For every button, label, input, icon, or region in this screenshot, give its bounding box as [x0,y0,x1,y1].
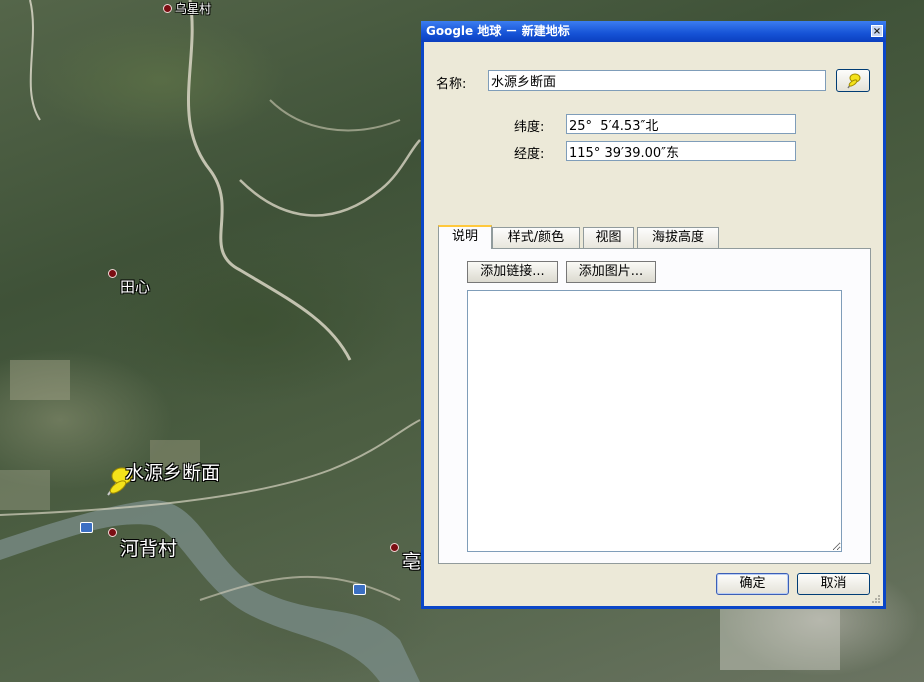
place-marker-icon [390,543,399,552]
place-hao[interactable]: 亳 [390,535,421,574]
tab-style-color[interactable]: 样式/颜色 [492,227,580,248]
latitude-input[interactable] [566,114,796,134]
close-button[interactable]: × [871,25,883,37]
resize-grip-icon[interactable] [871,594,881,604]
place-marker-icon [108,528,117,537]
place-label: 乌星村 [175,2,212,16]
name-input[interactable] [488,70,826,91]
place-label: 河背村 [120,538,178,560]
place-label: 亳 [402,551,422,573]
tab-altitude[interactable]: 海拔高度 [637,227,719,248]
cancel-button[interactable]: 取消 [797,573,870,595]
ok-button[interactable]: 确定 [716,573,789,595]
tab-view[interactable]: 视图 [583,227,634,248]
place-label: 田心 [120,278,151,296]
description-textarea[interactable] [467,290,842,552]
place-hebei[interactable]: 河背村 [108,520,177,561]
road-marker-icon [80,522,93,533]
place-tianxin[interactable]: 田心 [108,264,150,297]
placemark-icon-button[interactable] [836,69,870,92]
latitude-label: 纬度: [514,120,545,135]
dialog-title: Google 地球 － 新建地标 [426,24,570,38]
longitude-label: 经度: [514,147,545,162]
place-marker-icon [108,269,117,278]
description-panel: 添加链接... 添加图片... [438,248,871,564]
placemark-label: 水源乡断面 [125,462,221,484]
tab-description[interactable]: 说明 [438,225,492,249]
dialog-titlebar[interactable]: Google 地球 － 新建地标 × [421,21,886,42]
place-wuxing[interactable]: 乌星村 [163,0,211,17]
add-image-button[interactable]: 添加图片... [566,261,656,283]
place-marker-icon [163,4,172,13]
name-label: 名称: [436,77,467,92]
pushpin-icon [847,73,861,89]
longitude-input[interactable] [566,141,796,161]
add-link-button[interactable]: 添加链接... [467,261,558,283]
new-placemark-dialog: Google 地球 － 新建地标 × 名称: 纬度: 经度: 说明 样式/颜色 … [421,21,886,609]
road-marker-icon [353,584,366,595]
